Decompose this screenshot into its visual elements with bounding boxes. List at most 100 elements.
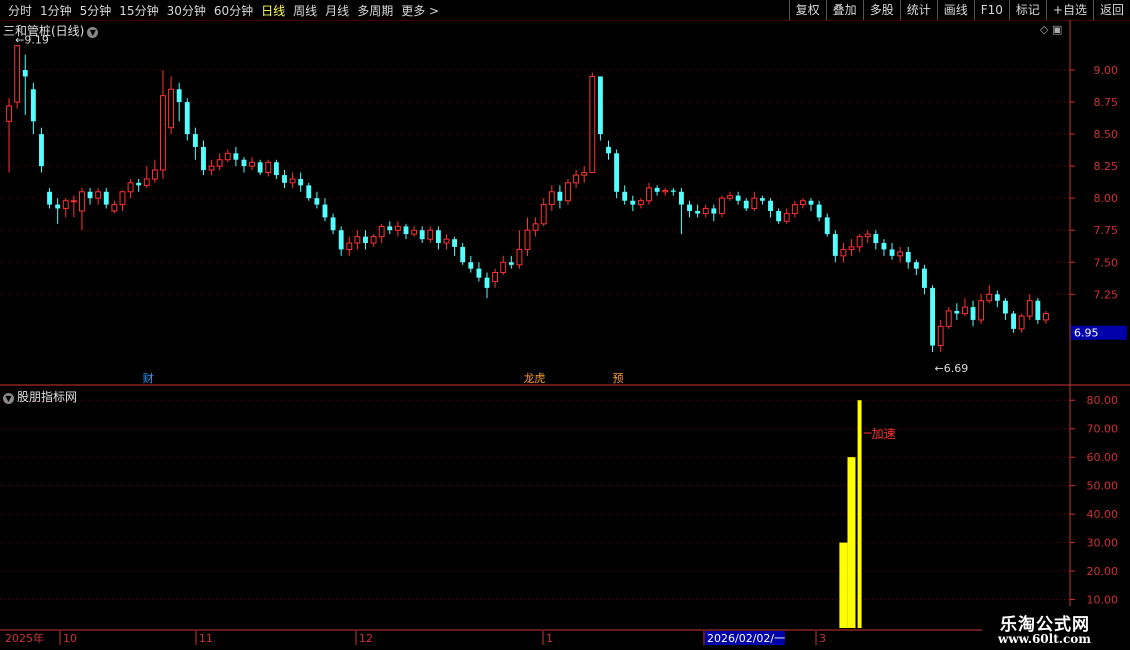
candle-body	[799, 200, 806, 206]
candle-body	[614, 153, 620, 192]
candle-body	[589, 75, 596, 174]
candle-body	[241, 159, 247, 167]
candle-body	[338, 230, 344, 250]
candle-body	[443, 238, 450, 244]
candle-body	[387, 226, 393, 231]
candle-body	[759, 198, 765, 201]
watermark-line2: www.60lt.com	[998, 632, 1091, 646]
stock-title: 三和管桩(日线)	[3, 24, 85, 38]
candle-body	[687, 204, 692, 211]
y-tick-label: 30.00	[1087, 537, 1119, 550]
y-tick-label: 8.75	[1094, 96, 1119, 109]
annotation-label: 加速	[872, 427, 896, 441]
date-label: 2026/02/02/一	[707, 632, 785, 645]
candle-body	[881, 243, 887, 250]
candle-body	[922, 268, 927, 288]
candle-body	[103, 191, 109, 205]
date-label: 12	[359, 632, 373, 645]
candle-body	[452, 239, 458, 247]
candle-body	[994, 294, 1000, 301]
y-tick-label: 20.00	[1087, 565, 1119, 578]
candle-body	[184, 102, 190, 135]
candle-body	[727, 195, 733, 199]
candle-body	[484, 277, 490, 288]
low-label: ←6.69	[935, 362, 969, 375]
y-tick-label: 70.00	[1087, 423, 1119, 436]
candle-body	[79, 191, 85, 212]
candle-body	[540, 204, 547, 225]
candle-body	[557, 191, 563, 201]
candle-body	[905, 252, 911, 263]
candle-body	[581, 172, 588, 176]
y-tick-label: 7.50	[1094, 256, 1119, 269]
candle-body	[70, 200, 77, 203]
candle-body	[889, 249, 895, 256]
candle-body	[249, 161, 256, 167]
candle-body	[403, 226, 409, 235]
candle-body	[370, 236, 377, 244]
y-tick-label: 60.00	[1087, 451, 1119, 464]
candle-body	[39, 134, 44, 167]
y-tick-label: 8.00	[1094, 192, 1119, 205]
candle-body	[233, 153, 239, 160]
candle-body	[873, 234, 879, 244]
candle-body	[111, 204, 118, 212]
date-label: 2025年	[5, 631, 44, 645]
candle-body	[516, 248, 523, 266]
candle-body	[151, 169, 158, 180]
chevron-down-icon[interactable]: ▼	[87, 27, 99, 38]
candle-body	[573, 174, 580, 184]
candle-body	[670, 190, 676, 192]
event-marker: 预	[613, 372, 624, 385]
candle-body	[435, 230, 441, 244]
candle-body	[282, 175, 287, 183]
y-tick-label: 8.50	[1094, 128, 1119, 141]
candle-body	[216, 159, 223, 167]
watermark-logo: 乐淘公式网 www.60lt.com	[982, 606, 1130, 650]
candle-body	[718, 197, 725, 215]
chart-area: 9.008.758.508.258.007.757.507.256.95←9.1…	[0, 20, 1130, 650]
candle-body	[735, 195, 741, 201]
candle-body	[962, 306, 968, 315]
candle-body	[986, 293, 993, 302]
candle-body	[565, 182, 571, 202]
event-marker: 财	[143, 371, 154, 385]
indicator-title: 股朋指标网	[17, 390, 78, 404]
candle-body	[208, 165, 215, 171]
candle-body	[832, 234, 838, 256]
candle-body	[192, 134, 198, 147]
candle-body	[119, 191, 126, 206]
candle-body	[6, 105, 12, 122]
candle-body	[346, 242, 353, 250]
candle-body	[298, 178, 304, 186]
candle-body	[176, 89, 182, 103]
candle-body	[791, 204, 798, 215]
candle-body	[201, 146, 206, 170]
candle-body	[492, 272, 499, 282]
candle-body	[695, 211, 701, 214]
candle-body	[1043, 313, 1049, 321]
candle-body	[606, 146, 611, 154]
candle-body	[840, 248, 847, 257]
candle-body	[532, 223, 539, 231]
candle-body	[622, 191, 628, 201]
candle-body	[1003, 300, 1008, 314]
candle-body	[824, 217, 830, 235]
candle-body	[637, 200, 644, 206]
window-icon[interactable]: ▣	[1052, 23, 1062, 36]
candle-body	[930, 287, 935, 346]
candle-body	[30, 89, 36, 122]
candle-body	[1011, 313, 1016, 329]
candle-body	[224, 152, 231, 161]
candle-body	[62, 200, 69, 209]
indicator-bar	[847, 457, 856, 628]
date-label: 3	[819, 632, 826, 645]
main-chart-title: 三和管桩(日线) ▼	[3, 22, 99, 39]
candle-body	[856, 236, 863, 248]
candle-body	[55, 204, 61, 209]
candle-body	[411, 229, 418, 235]
candle-body	[87, 191, 93, 199]
candle-body	[47, 191, 52, 205]
chevron-down-icon[interactable]: ▼	[3, 393, 14, 404]
diamond-icon[interactable]: ◇	[1040, 23, 1048, 36]
